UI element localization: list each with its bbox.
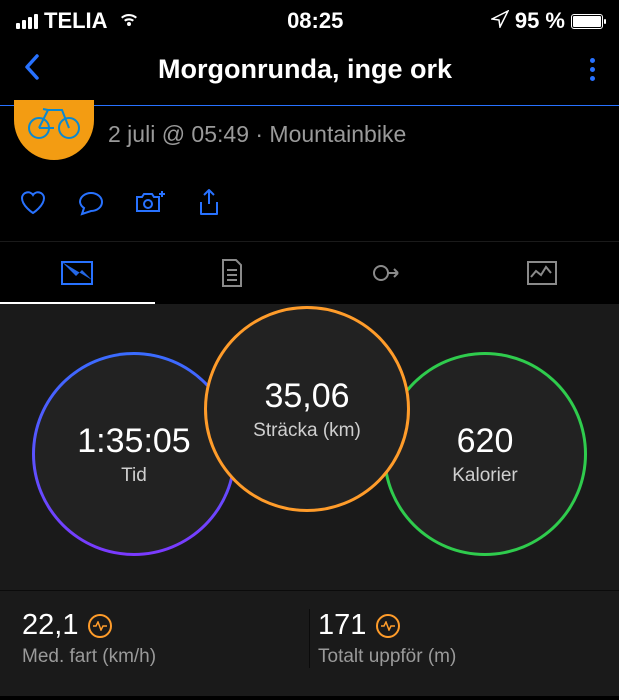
status-time: 08:25: [287, 8, 343, 34]
activity-meta-text: 2 juli @ 05:49 · Mountainbike: [108, 121, 406, 148]
stat-avg-speed[interactable]: 22,1 Med. fart (km/h): [22, 609, 301, 668]
calories-value: 620: [457, 422, 514, 461]
tab-notes[interactable]: [155, 242, 310, 302]
location-icon: [491, 8, 509, 34]
more-button[interactable]: [580, 54, 605, 85]
header: Morgonrunda, inge ork: [0, 38, 619, 106]
tab-stats[interactable]: [0, 242, 155, 302]
stat-circle-distance[interactable]: 35,06 Sträcka (km): [204, 306, 410, 512]
time-label: Tid: [121, 465, 147, 487]
wifi-icon: [118, 8, 140, 34]
distance-label: Sträcka (km): [253, 420, 361, 442]
ascent-label: Totalt uppför (m): [318, 646, 597, 668]
avg-speed-value: 22,1: [22, 609, 78, 642]
status-left: TELIA: [16, 8, 140, 34]
distance-value: 35,06: [264, 377, 349, 416]
comment-icon[interactable]: [76, 188, 106, 223]
stats-panel: 1:35:05 Tid 620 Kalorier 35,06 Sträcka (…: [0, 304, 619, 590]
avg-speed-label: Med. fart (km/h): [22, 646, 301, 668]
ascent-value: 171: [318, 609, 366, 642]
tab-row: [0, 241, 619, 302]
activity-meta: 2 juli @ 05:49 · Mountainbike: [0, 106, 619, 178]
action-row: [0, 178, 619, 241]
bottom-stats: 22,1 Med. fart (km/h) 171 Totalt uppför …: [0, 590, 619, 696]
camera-add-icon[interactable]: [134, 188, 168, 223]
page-title: Morgonrunda, inge ork: [30, 54, 580, 85]
stat-circle-calories[interactable]: 620 Kalorier: [383, 352, 587, 556]
calories-label: Kalorier: [452, 465, 517, 487]
heart-icon[interactable]: [18, 188, 48, 223]
carrier-label: TELIA: [44, 8, 108, 34]
stat-circle-time[interactable]: 1:35:05 Tid: [32, 352, 236, 556]
tab-chart[interactable]: [464, 242, 619, 302]
avatar[interactable]: [14, 100, 94, 160]
time-value: 1:35:05: [77, 422, 190, 461]
share-icon[interactable]: [196, 188, 222, 223]
battery-pct: 95 %: [515, 8, 565, 34]
stat-ascent[interactable]: 171 Totalt uppför (m): [318, 609, 597, 668]
pulse-icon: [376, 614, 400, 638]
signal-icon: [16, 14, 38, 29]
tab-laps[interactable]: [310, 242, 465, 302]
status-bar: TELIA 08:25 95 %: [0, 0, 619, 38]
bike-icon: [26, 100, 82, 145]
divider: [309, 609, 310, 668]
pulse-icon: [88, 614, 112, 638]
status-right: 95 %: [491, 8, 603, 34]
battery-icon: [571, 14, 603, 29]
